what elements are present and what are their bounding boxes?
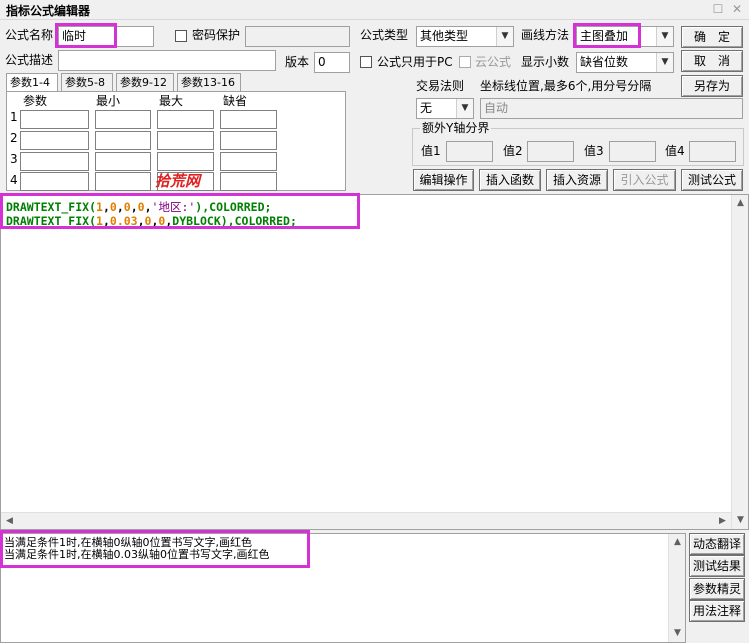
param-max-field[interactable] xyxy=(157,110,214,129)
scroll-down-icon[interactable]: ▼ xyxy=(669,625,686,642)
pc-only-label: 公式只用于PC xyxy=(377,55,453,69)
scroll-up-icon[interactable]: ▲ xyxy=(669,534,686,551)
param-name-field[interactable] xyxy=(20,131,89,150)
password-input[interactable] xyxy=(245,26,350,47)
password-checkbox[interactable] xyxy=(175,30,187,42)
y-value-1-input[interactable] xyxy=(446,141,493,162)
title-bar: 指标公式编辑器 ☐ ✕ xyxy=(0,0,749,20)
edit-ops-button[interactable]: 编辑操作 xyxy=(413,169,474,191)
scroll-up-icon[interactable]: ▲ xyxy=(732,195,749,212)
highlight-name xyxy=(55,23,117,48)
trade-rule-select[interactable]: 无 ▼ xyxy=(416,98,474,119)
tab-params-9-12[interactable]: 参数9-12 xyxy=(116,73,174,92)
insert-function-button[interactable]: 插入函数 xyxy=(479,169,541,191)
version-input[interactable]: 0 xyxy=(314,52,350,73)
param-default-field[interactable] xyxy=(220,152,277,171)
formula-desc-label: 公式描述 xyxy=(5,53,54,67)
chevron-down-icon[interactable]: ▼ xyxy=(656,27,673,46)
scroll-down-icon[interactable]: ▼ xyxy=(732,512,749,529)
param-panel: 参数 最小 最大 缺省 1 2 3 4 拾荒网 xyxy=(6,91,346,191)
password-label: 密码保护 xyxy=(192,28,241,42)
cloud-checkbox[interactable] xyxy=(459,56,471,68)
scroll-left-icon[interactable]: ◀ xyxy=(1,513,18,530)
window-title: 指标公式编辑器 xyxy=(6,4,91,18)
insert-resource-button[interactable]: 插入资源 xyxy=(546,169,608,191)
param-header-default: 缺省 xyxy=(223,94,248,108)
axis-position-label: 坐标线位置,最多6个,用分号分隔 xyxy=(480,79,652,93)
save-as-button[interactable]: 另存为 xyxy=(681,75,743,97)
param-max-field[interactable] xyxy=(157,152,214,171)
param-header-min: 最小 xyxy=(96,94,121,108)
scroll-right-icon[interactable]: ▶ xyxy=(714,513,731,530)
version-label: 版本 xyxy=(285,55,310,69)
param-min-field[interactable] xyxy=(95,110,151,129)
draw-method-label: 画线方法 xyxy=(521,28,570,42)
tab-params-13-16[interactable]: 参数13-16 xyxy=(177,73,241,92)
test-result-button[interactable]: 测试结果 xyxy=(689,555,745,577)
formula-name-label: 公式名称 xyxy=(5,28,54,42)
param-max-field[interactable] xyxy=(157,131,214,150)
decimals-value: 缺省位数 xyxy=(580,55,629,69)
y-value-3-label: 值3 xyxy=(584,144,604,158)
formula-type-select[interactable]: 其他类型 ▼ xyxy=(416,26,514,47)
highlight-code xyxy=(0,193,360,229)
usage-notes-button[interactable]: 用法注释 xyxy=(689,600,745,622)
decimals-select[interactable]: 缺省位数 ▼ xyxy=(576,52,674,73)
editor-horizontal-scrollbar[interactable]: ◀ ▶ xyxy=(1,512,731,529)
param-name-field[interactable] xyxy=(20,110,89,129)
editor-vertical-scrollbar[interactable]: ▲ ▼ xyxy=(731,195,748,529)
param-wizard-button[interactable]: 参数精灵 xyxy=(689,578,745,600)
y-value-2-input[interactable] xyxy=(527,141,574,162)
formula-type-value: 其他类型 xyxy=(420,29,469,43)
watermark-logo: 拾荒网 xyxy=(155,172,201,190)
param-row-index: 2 xyxy=(10,131,18,145)
param-min-field[interactable] xyxy=(95,172,151,191)
chevron-down-icon[interactable]: ▼ xyxy=(496,27,513,46)
formula-desc-input[interactable] xyxy=(58,50,276,71)
trade-rule-label: 交易法则 xyxy=(416,79,465,93)
param-name-field[interactable] xyxy=(20,152,89,171)
param-header-name: 参数 xyxy=(23,94,48,108)
description-vertical-scrollbar[interactable]: ▲ ▼ xyxy=(668,534,685,642)
y-value-2-label: 值2 xyxy=(503,144,523,158)
param-default-field[interactable] xyxy=(220,110,277,129)
highlight-description xyxy=(0,530,310,568)
formula-type-label: 公式类型 xyxy=(360,28,409,42)
axis-position-input[interactable]: 自动 xyxy=(480,98,743,119)
param-default-field[interactable] xyxy=(220,172,277,191)
decimals-label: 显示小数 xyxy=(521,55,570,69)
ok-button[interactable]: 确 定 xyxy=(681,26,743,48)
tab-params-1-4[interactable]: 参数1-4 xyxy=(6,73,58,93)
extra-y-axis-label: 额外Y轴分界 xyxy=(420,119,492,137)
y-value-3-input[interactable] xyxy=(609,141,656,162)
trade-rule-value: 无 xyxy=(420,101,433,115)
import-formula-button[interactable]: 引入公式 xyxy=(613,169,676,191)
chevron-down-icon[interactable]: ▼ xyxy=(456,99,473,118)
y-value-4-input[interactable] xyxy=(689,141,736,162)
param-min-field[interactable] xyxy=(95,131,151,150)
close-icon[interactable]: ✕ xyxy=(730,2,744,16)
cancel-button[interactable]: 取 消 xyxy=(681,50,743,72)
maximize-icon[interactable]: ☐ xyxy=(711,2,725,16)
param-row-index: 1 xyxy=(10,110,18,124)
highlight-draw xyxy=(573,23,641,48)
chevron-down-icon[interactable]: ▼ xyxy=(656,53,673,72)
tab-params-5-8[interactable]: 参数5-8 xyxy=(61,73,113,92)
dynamic-translate-button[interactable]: 动态翻译 xyxy=(689,533,745,555)
param-min-field[interactable] xyxy=(95,152,151,171)
param-default-field[interactable] xyxy=(220,131,277,150)
cloud-label: 云公式 xyxy=(475,55,512,69)
param-header-max: 最大 xyxy=(159,94,184,108)
y-value-4-label: 值4 xyxy=(665,144,685,158)
test-formula-button[interactable]: 测试公式 xyxy=(681,169,743,191)
param-row-index: 4 xyxy=(10,173,18,187)
pc-only-checkbox[interactable] xyxy=(360,56,372,68)
code-editor[interactable]: DRAWTEXT_FIX(1,0,0,0,'地区:'),COLORRED; DR… xyxy=(0,194,749,530)
y-value-1-label: 值1 xyxy=(421,144,441,158)
param-name-field[interactable] xyxy=(20,172,89,191)
param-row-index: 3 xyxy=(10,152,18,166)
